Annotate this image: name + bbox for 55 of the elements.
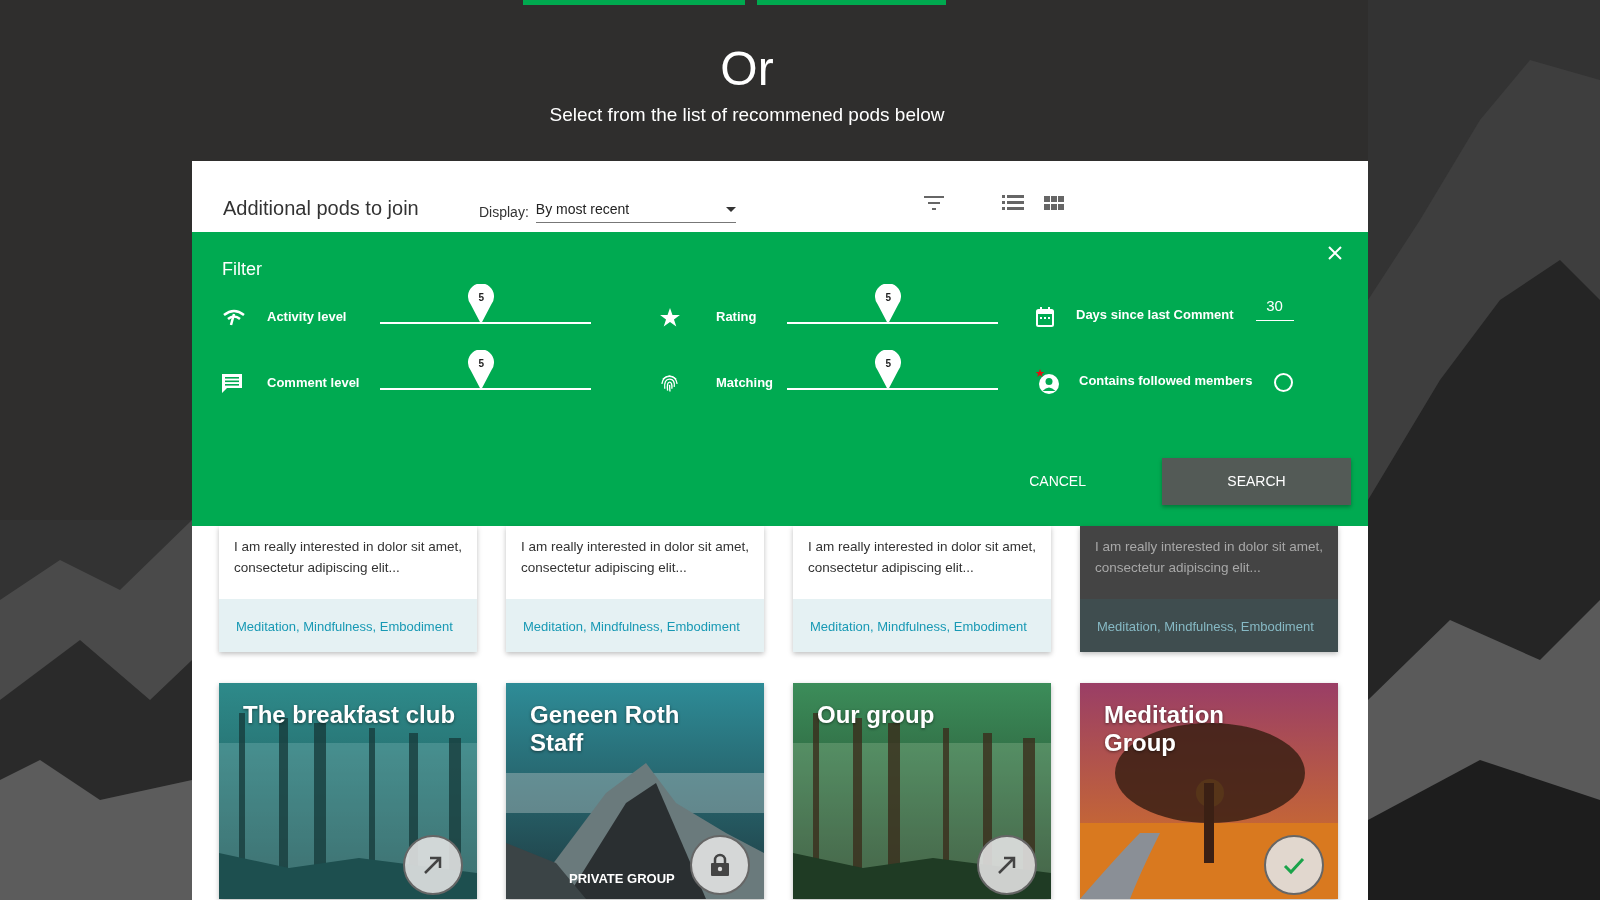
pod-card[interactable]: Our group <box>793 682 1051 899</box>
private-label: PRIVATE GROUP <box>569 870 675 888</box>
pod-card[interactable]: Geneen Roth Staff PRIVATE GROUP <box>506 682 764 899</box>
pod-title: Geneen Roth Staff <box>530 700 680 757</box>
pod-tags: Meditation, Mindfulness, Embodiment <box>793 598 1051 652</box>
pod-card[interactable]: I am really interested in dolor sit amet, consectetur adipiscing elit... Meditation, Mindfulness, Embodiment <box>219 525 477 652</box>
slider-label: Comment level <box>267 374 361 392</box>
option-label: Contains followed members <box>1079 372 1253 390</box>
filter-icon[interactable] <box>923 195 944 210</box>
slider[interactable]: 5 <box>787 348 998 397</box>
pod-card[interactable]: The breakfast club <box>219 682 477 899</box>
pod-description: I am really interested in dolor sit amet, consectetur adipiscing elit... <box>219 525 477 599</box>
pod-card[interactable]: I am really interested in dolor sit amet, consectetur adipiscing elit... Meditation, Mindfulness, Embodiment <box>793 525 1051 652</box>
pod-tags: Meditation, Mindfulness, Embodiment <box>219 598 477 652</box>
slider[interactable]: 5 <box>787 282 998 331</box>
slider-thumb[interactable]: 5 <box>875 283 902 324</box>
slider-label: Matching <box>716 374 775 392</box>
list-view-icon[interactable] <box>1001 194 1024 210</box>
fingerprint-icon <box>660 373 679 394</box>
heading: Or <box>719 45 775 93</box>
pod-tags: Meditation, Mindfulness, Embodiment <box>1080 598 1338 652</box>
close-button[interactable] <box>1328 245 1342 260</box>
radio-button[interactable] <box>1274 372 1294 392</box>
star-icon <box>660 307 680 327</box>
person-star-icon <box>1036 368 1061 395</box>
signal-icon <box>222 308 246 327</box>
pod-card[interactable]: I am really interested in dolor sit amet, consectetur adipiscing elit... Meditation, Mindfulness, Embodiment <box>1080 525 1338 652</box>
panel-title: Additional pods to join <box>223 195 420 221</box>
pod-description: I am really interested in dolor sit amet, consectetur adipiscing elit... <box>506 525 764 599</box>
pod-card[interactable]: I am really interested in dolor sit amet, consectetur adipiscing elit... Meditation, Mindfulness, Embodiment <box>506 525 764 652</box>
chat-icon <box>222 372 243 394</box>
slider-label: Rating <box>716 308 758 326</box>
slider-thumb[interactable]: 5 <box>468 283 495 324</box>
filter-title: Filter <box>222 257 262 281</box>
pod-title: Meditation Group <box>1104 700 1224 757</box>
caret-icon <box>725 206 736 212</box>
display-label: Display: <box>479 202 529 222</box>
pod-description: I am really interested in dolor sit amet, consectetur adipiscing elit... <box>1080 525 1338 599</box>
slider[interactable]: 5 <box>380 282 591 331</box>
subheading: Select from the list of recommened pods below <box>548 103 946 127</box>
slider-thumb[interactable]: 5 <box>468 349 495 390</box>
slider-label: Activity level <box>267 308 348 326</box>
slider[interactable]: 5 <box>380 348 591 397</box>
grid-view-icon[interactable] <box>1043 195 1064 210</box>
pod-title: The breakfast club <box>243 700 456 729</box>
lock-icon <box>708 852 732 877</box>
pod-description: I am really interested in dolor sit amet, consectetur adipiscing elit... <box>793 525 1051 599</box>
sort-dropdown[interactable]: By most recent <box>535 198 736 223</box>
pod-title: Our group <box>817 700 935 729</box>
option-label: Days since last Comment <box>1076 306 1234 324</box>
search-button[interactable]: SEARCH <box>1162 457 1351 505</box>
pod-card[interactable]: Meditation Group <box>1080 682 1338 899</box>
calendar-icon <box>1036 306 1054 327</box>
pod-tags: Meditation, Mindfulness, Embodiment <box>506 598 764 652</box>
slider-thumb[interactable]: 5 <box>875 349 902 390</box>
